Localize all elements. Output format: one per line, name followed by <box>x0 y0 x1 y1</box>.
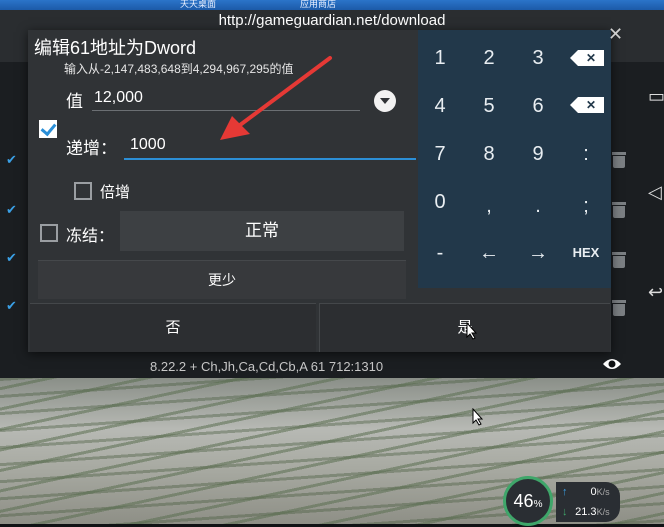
key-9[interactable]: 9 <box>514 129 562 179</box>
key-2[interactable]: 2 <box>465 33 513 83</box>
taskbar-tab[interactable]: 应用商店 <box>300 0 390 10</box>
key-5[interactable]: 5 <box>465 81 513 131</box>
less-button[interactable]: 更少 <box>38 260 406 299</box>
nav-return-icon[interactable]: ↩ <box>648 282 663 303</box>
download-speed: ↓ 21.3K/s <box>562 506 610 518</box>
trash-icon[interactable] <box>612 152 626 168</box>
upload-arrow-icon: ↑ <box>562 486 568 498</box>
key-minus[interactable]: - <box>416 228 464 278</box>
status-line: 8.22.2 + Ch,Jh,Ca,Cd,Cb,A 61 712:1310 <box>150 359 384 374</box>
freeze-label: 冻结： <box>66 228 115 245</box>
freeze-checkbox[interactable] <box>40 224 58 242</box>
check-icon[interactable]: ✔ <box>6 152 18 167</box>
key-1[interactable]: 1 <box>416 33 464 83</box>
key-3[interactable]: 3 <box>514 33 562 83</box>
upload-speed: ↑ 0K/s <box>562 486 610 498</box>
key-comma[interactable]: , <box>465 181 513 231</box>
key-6[interactable]: 6 <box>514 81 562 131</box>
check-icon[interactable]: ✔ <box>6 202 18 217</box>
value-input[interactable] <box>92 86 360 111</box>
multiply-checkbox[interactable] <box>74 182 92 200</box>
memory-percent: 46 <box>513 491 534 511</box>
dropdown-icon[interactable] <box>374 90 396 112</box>
dialog-title: 编辑61地址为Dword <box>34 38 197 58</box>
memory-usage-circle[interactable]: 46% <box>503 476 553 526</box>
check-icon[interactable]: ✔ <box>6 250 18 265</box>
nav-recent-icon[interactable]: ▭ <box>648 86 664 107</box>
value-label: 值 <box>66 92 83 111</box>
key-0[interactable]: 0 <box>416 177 464 227</box>
no-button[interactable]: 否 <box>30 303 316 352</box>
value-range-hint: 输入从-2,147,483,648到4,294,967,295的值 <box>64 62 294 76</box>
taskbar-tab[interactable]: 天天桌面 <box>180 0 270 10</box>
cursor-icon <box>472 408 484 426</box>
cursor-icon <box>466 322 478 340</box>
freeze-mode-select[interactable]: 正常 <box>120 211 404 251</box>
download-url: http://gameguardian.net/download <box>218 12 446 29</box>
trash-icon[interactable] <box>612 300 626 316</box>
key-right-arrow[interactable]: → <box>514 228 562 278</box>
backspace-icon[interactable] <box>570 50 604 66</box>
nav-back-icon[interactable]: ◁ <box>648 182 662 203</box>
increment-checkbox[interactable] <box>39 120 57 138</box>
check-icon[interactable]: ✔ <box>6 298 18 313</box>
trash-icon[interactable] <box>612 252 626 268</box>
trash-icon[interactable] <box>612 202 626 218</box>
close-icon[interactable]: ✕ <box>608 24 623 45</box>
key-7[interactable]: 7 <box>416 129 464 179</box>
key-4[interactable]: 4 <box>416 81 464 131</box>
key-hex[interactable]: HEX <box>562 228 610 278</box>
taskbar: 天天桌面 应用商店 <box>0 0 664 10</box>
key-semicolon[interactable]: ; <box>562 181 610 231</box>
memory-percent-unit: % <box>533 499 543 510</box>
multiply-label: 倍增 <box>100 184 131 201</box>
backspace-icon[interactable] <box>570 97 604 113</box>
key-left-arrow[interactable]: ← <box>465 228 513 278</box>
yes-button[interactable]: 是 <box>319 303 610 352</box>
increment-input[interactable] <box>124 131 416 160</box>
key-dot[interactable]: . <box>514 181 562 231</box>
key-colon[interactable]: : <box>562 129 610 179</box>
download-arrow-icon: ↓ <box>562 506 568 518</box>
eye-icon[interactable] <box>602 357 622 371</box>
taskbar-tab[interactable] <box>20 0 120 10</box>
increment-label: 递增： <box>66 139 117 158</box>
key-8[interactable]: 8 <box>465 129 513 179</box>
